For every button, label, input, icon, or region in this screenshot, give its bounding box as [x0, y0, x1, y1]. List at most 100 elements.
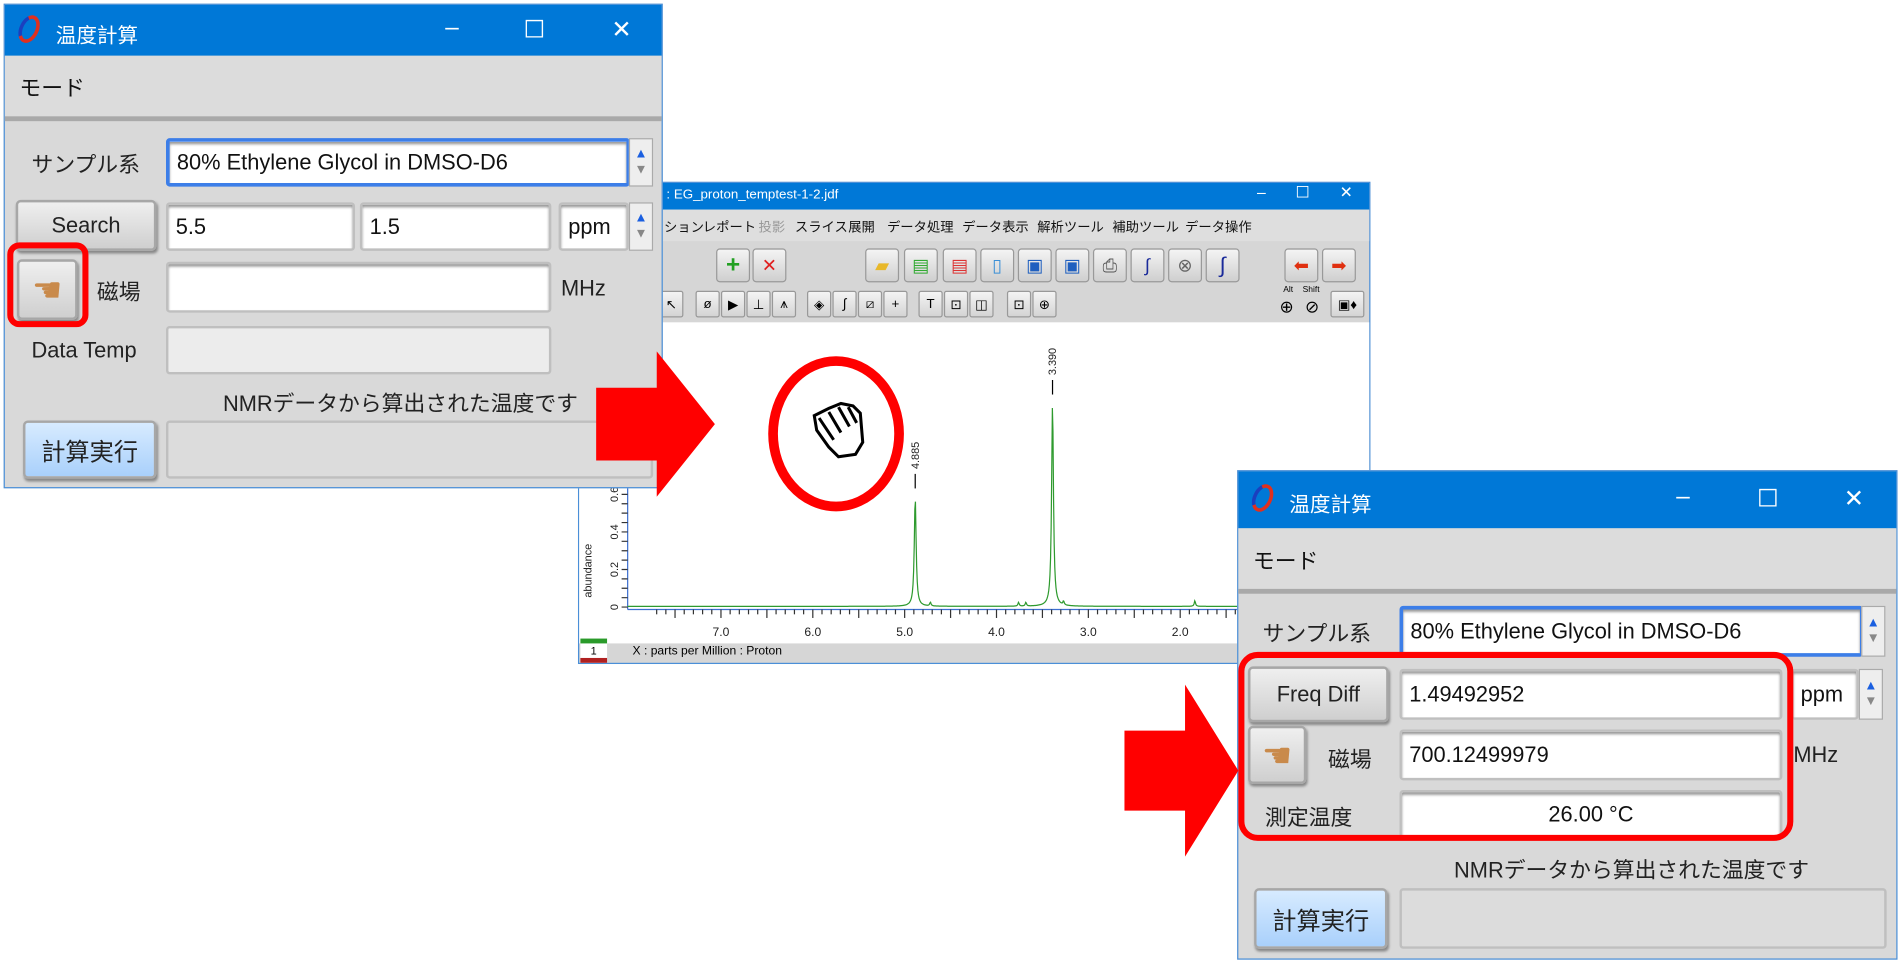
- pointer-icon[interactable]: ▶: [720, 290, 746, 318]
- phase-icon[interactable]: ø: [695, 290, 720, 318]
- box-point-icon[interactable]: ⊡: [943, 290, 969, 318]
- alt-move-icon[interactable]: ⊕: [1280, 297, 1294, 318]
- y-axis-label: abundance: [582, 544, 594, 598]
- key-select-icon[interactable]: ▣♦: [1330, 290, 1365, 318]
- x-tick-label: 2.0: [1172, 625, 1189, 639]
- sample-value: 80% Ethylene Glycol in DMSO-D6: [1410, 618, 1742, 643]
- add-data-icon[interactable]: ▤: [903, 248, 938, 283]
- add-icon[interactable]: +: [716, 248, 751, 283]
- crosshair-icon[interactable]: +: [883, 290, 908, 318]
- window-title: 温度計算: [1289, 493, 1372, 517]
- integral-small-icon[interactable]: ∫: [832, 290, 857, 318]
- shift-label: Shift: [1302, 285, 1320, 295]
- x-tick-label: 3.0: [1080, 625, 1097, 639]
- unit-value: ppm: [1800, 681, 1844, 706]
- shift-zoom-icon[interactable]: ⊘: [1305, 297, 1319, 318]
- unit-spinner[interactable]: ▲ ▼: [1858, 668, 1883, 720]
- run-calculation-button[interactable]: 計算実行: [1254, 888, 1388, 949]
- close-button[interactable]: ✕: [1836, 483, 1872, 513]
- field-input[interactable]: [166, 261, 552, 313]
- menu-mode[interactable]: モード: [19, 71, 84, 103]
- field-unit: MHz: [561, 276, 606, 301]
- spectrum-titlebar: : EG_proton_temptest-1-2.jdf – ☐ ✕: [579, 182, 1370, 210]
- save-icon[interactable]: ▣: [1017, 248, 1052, 283]
- menu-item[interactable]: レポート: [703, 217, 756, 236]
- integral-fit-icon[interactable]: ∫: [1130, 248, 1165, 283]
- menubar: モード: [4, 55, 662, 122]
- target-icon[interactable]: ⊕: [1032, 290, 1057, 318]
- x-tick-label: 4.0: [988, 625, 1005, 639]
- menu-item[interactable]: ション: [664, 217, 704, 236]
- window-title: 温度計算: [55, 24, 139, 48]
- frame-icon[interactable]: ◫: [969, 290, 994, 318]
- menu-mode[interactable]: モード: [1253, 544, 1318, 576]
- menu-item[interactable]: 投影: [759, 217, 786, 236]
- maximize-button[interactable]: ☐: [1750, 483, 1786, 513]
- grab-hand-cursor-icon: [812, 401, 865, 459]
- run-calculation-button[interactable]: 計算実行: [23, 420, 157, 479]
- output-field: [166, 420, 654, 479]
- unit-value: ppm: [568, 213, 611, 239]
- y-tick-label: 0.2: [609, 562, 621, 577]
- baseline-icon[interactable]: ⊥: [746, 290, 771, 318]
- x-axis-label: X : parts per Million : Proton: [632, 644, 783, 658]
- menu-item[interactable]: 解析ツール: [1037, 217, 1104, 236]
- titlebar: 温度計算 – ☐ ✕: [4, 4, 662, 56]
- close-button[interactable]: ✕: [1328, 183, 1364, 202]
- stop-icon[interactable]: ⊗: [1168, 248, 1203, 283]
- delete-icon[interactable]: ✕: [752, 248, 787, 283]
- sample-select[interactable]: 80% Ethylene Glycol in DMSO-D6: [166, 138, 631, 187]
- print-icon[interactable]: ⎙: [1092, 248, 1127, 283]
- ruler-icon[interactable]: ⧄: [857, 290, 883, 318]
- output-field: [1399, 888, 1887, 949]
- back-arrow-icon[interactable]: ⬅: [1284, 248, 1319, 283]
- maximize-button[interactable]: ☐: [1284, 183, 1320, 202]
- trash-icon[interactable]: ▯: [980, 248, 1015, 283]
- range-from-input[interactable]: 5.5: [166, 202, 356, 251]
- range-to-value: 1.5: [369, 213, 400, 239]
- sample-spinner[interactable]: ▲ ▼: [628, 138, 654, 187]
- highlight-box: [7, 242, 89, 328]
- range-to-input[interactable]: 1.5: [359, 202, 552, 251]
- minimize-button[interactable]: –: [1243, 183, 1279, 201]
- alt-label: Alt: [1283, 285, 1294, 295]
- menu-item[interactable]: 展開: [848, 217, 875, 236]
- unit-select[interactable]: ppm: [558, 202, 629, 251]
- x-tick-label: 6.0: [804, 625, 821, 639]
- save-as-icon[interactable]: ▣: [1055, 248, 1090, 283]
- sample-spinner[interactable]: ▲ ▼: [1861, 605, 1886, 657]
- app-logo-icon: [14, 11, 45, 47]
- close-button[interactable]: ✕: [603, 15, 639, 45]
- menu-item[interactable]: データ処理: [887, 217, 954, 236]
- menu-item[interactable]: 補助ツール: [1112, 217, 1179, 236]
- sample-label: サンプル系: [31, 152, 140, 177]
- minimize-button[interactable]: –: [1665, 483, 1701, 511]
- menu-item[interactable]: データ操作: [1185, 217, 1252, 236]
- spectrum-title: : EG_proton_temptest-1-2.jdf: [666, 187, 839, 203]
- open-folder-icon[interactable]: ▰: [865, 248, 900, 283]
- slice-indicator[interactable]: 1: [580, 638, 608, 663]
- field-label: 磁場: [96, 279, 141, 305]
- menu-item[interactable]: スライス: [795, 217, 848, 236]
- field-unit: MHz: [1793, 742, 1839, 768]
- annotation-arrow-1: [596, 351, 715, 497]
- sample-label: サンプル系: [1262, 621, 1372, 646]
- forward-arrow-icon[interactable]: ➡: [1321, 248, 1356, 283]
- minimize-button[interactable]: –: [434, 15, 470, 43]
- status-message: NMRデータから算出された温度です: [222, 391, 578, 416]
- cursor-highlight-circle: [768, 356, 904, 512]
- sample-value: 80% Ethylene Glycol in DMSO-D6: [176, 149, 508, 174]
- temp-label: Data Temp: [31, 338, 137, 363]
- diamond-icon[interactable]: ◈: [806, 290, 832, 318]
- menu-item[interactable]: データ表示: [962, 217, 1029, 236]
- sample-select[interactable]: 80% Ethylene Glycol in DMSO-D6: [1399, 605, 1864, 657]
- integral-icon[interactable]: ∫: [1205, 248, 1240, 283]
- unit-select[interactable]: ppm: [1790, 668, 1859, 720]
- peak-pick-icon[interactable]: ⩚: [771, 290, 797, 318]
- maximize-button[interactable]: ☐: [516, 15, 552, 45]
- temp-input: [166, 325, 552, 375]
- unit-spinner[interactable]: ▲ ▼: [628, 202, 654, 251]
- center-icon[interactable]: ⊡: [1006, 290, 1032, 318]
- text-icon[interactable]: T: [918, 290, 943, 318]
- remove-data-icon[interactable]: ▤: [942, 248, 977, 283]
